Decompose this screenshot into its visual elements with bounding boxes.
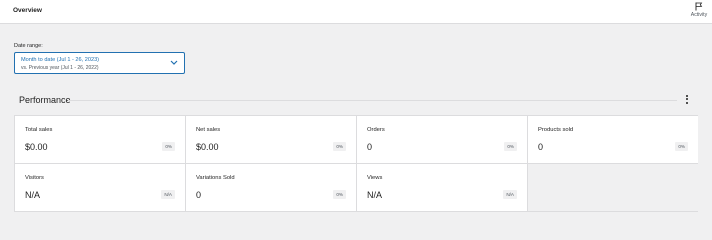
stat-label: Views (367, 175, 383, 181)
date-range-primary: Month to date (Jul 1 - 26, 2023) (21, 57, 100, 63)
date-range-comparison: vs. Previous year (Jul 1 - 26, 2022) (21, 65, 99, 71)
performance-title: Performance (19, 95, 71, 105)
stat-label: Orders (367, 127, 385, 133)
stat-label: Visitors (25, 175, 44, 181)
stat-label: Total sales (25, 127, 53, 133)
chevron-down-icon (170, 60, 178, 65)
section-divider (68, 100, 677, 101)
stat-value: 0 (196, 190, 202, 200)
stat-value: N/A (25, 190, 41, 200)
stat-delta-badge: N/A (503, 190, 517, 199)
performance-grid: Total sales $0.00 0% Net sales $0.00 0% … (14, 115, 698, 212)
stat-card-variations-sold[interactable]: Variations Sold 0 0% (186, 164, 356, 211)
stat-card-orders[interactable]: Orders 0 0% (357, 116, 527, 163)
date-range-label: Date range: (14, 43, 43, 49)
stat-label: Variations Sold (196, 175, 235, 181)
stat-label: Net sales (196, 127, 221, 133)
top-bar: Overview Activity (0, 0, 712, 24)
activity-button[interactable]: Activity (686, 2, 712, 22)
stat-value: 0 (367, 142, 373, 152)
stat-delta-badge: 0% (675, 142, 688, 151)
stat-card-net-sales[interactable]: Net sales $0.00 0% (186, 116, 356, 163)
stat-value: $0.00 (196, 142, 219, 152)
date-range-select[interactable]: Month to date (Jul 1 - 26, 2023) vs. Pre… (14, 52, 185, 74)
stat-delta-badge: 0% (162, 142, 175, 151)
stat-card-visitors[interactable]: Visitors N/A N/A (15, 164, 185, 211)
stat-delta-badge: 0% (333, 190, 346, 199)
page-title: Overview (13, 7, 42, 14)
stat-delta-badge: 0% (333, 142, 346, 151)
stat-card-views[interactable]: Views N/A N/A (357, 164, 527, 211)
stat-value: N/A (367, 190, 383, 200)
stat-delta-badge: N/A (161, 190, 175, 199)
stat-card-total-sales[interactable]: Total sales $0.00 0% (15, 116, 185, 163)
empty-stat-slot (528, 164, 698, 211)
more-vertical-icon[interactable] (683, 94, 691, 105)
activity-label: Activity (690, 12, 708, 18)
stat-label: Products sold (538, 127, 574, 133)
stat-card-products-sold[interactable]: Products sold 0 0% (528, 116, 698, 163)
stat-value: 0 (538, 142, 544, 152)
stat-value: $0.00 (25, 142, 48, 152)
flag-icon (695, 2, 703, 11)
stat-delta-badge: 0% (504, 142, 517, 151)
